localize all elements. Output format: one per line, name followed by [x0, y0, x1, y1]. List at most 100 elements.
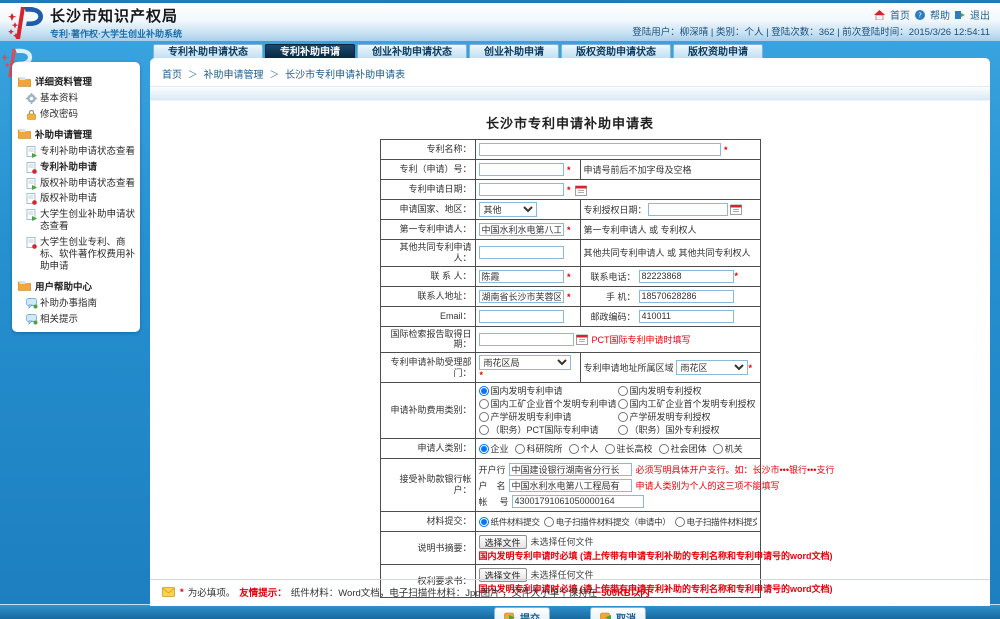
login-info: 登陆用户：柳深晴 | 类别：个人 | 登陆次数：362 | 前次登陆时间：201…	[632, 24, 990, 38]
fee-type-radio[interactable]	[479, 412, 489, 422]
cancel-button[interactable]: 取消	[590, 607, 646, 619]
account-no-input[interactable]	[512, 495, 644, 508]
material-radio[interactable]	[544, 517, 554, 527]
abstract-choose-file-button[interactable]: 选择文件	[479, 535, 527, 549]
sidebar-item-label: 相关提示	[40, 314, 78, 325]
sidebar-item-copyright-apply[interactable]: 版权补助申请	[18, 191, 136, 207]
material-option-0[interactable]: 纸件材料提交	[479, 516, 540, 528]
fee-type-radio[interactable]	[618, 399, 628, 409]
contact-tel-input[interactable]	[639, 270, 734, 283]
bank-name-input[interactable]	[509, 463, 632, 476]
grant-date-input[interactable]	[648, 203, 728, 216]
applicant-type-radio[interactable]	[515, 444, 525, 454]
patent-no-input[interactable]	[479, 163, 564, 176]
fee-type-option-6[interactable]: （职务）PCT国际专利申请	[479, 424, 618, 436]
fee-type-radio[interactable]	[618, 412, 628, 422]
apply-date-input[interactable]	[479, 183, 564, 196]
patent-name-input[interactable]	[479, 143, 721, 156]
logout-link[interactable]: 退出	[970, 7, 990, 22]
sidebar-item-patent-status-view[interactable]: 专利补助申请状态查看	[18, 144, 136, 160]
radio-label: （职务）国外专利授权	[630, 424, 720, 436]
submit-icon	[504, 612, 516, 619]
sidebar-item-student-status-view[interactable]: 大学生创业补助申请状态查看	[18, 207, 136, 235]
dept-select[interactable]: 雨花区局	[479, 355, 571, 370]
sidebar-item-patent-apply[interactable]: 专利补助申请	[18, 160, 136, 176]
submit-button[interactable]: 提交	[494, 607, 550, 619]
applicant-type-radio[interactable]	[569, 444, 579, 454]
row-dept-region: 专利申请补助受理部门： 雨花区局 * 专利申请地址所属区域 雨花区	[380, 353, 760, 383]
fee-type-radio[interactable]	[479, 386, 489, 396]
search-report-date-input[interactable]	[479, 333, 574, 346]
radio-label: （职务）PCT国际专利申请	[491, 424, 599, 436]
fee-type-option-1[interactable]: 国内发明专利授权	[618, 385, 757, 397]
svg-text:?: ?	[918, 11, 922, 19]
breadcrumb-subsidy-mgmt[interactable]: 补助申请管理	[204, 70, 264, 81]
first-applicant-input[interactable]	[479, 223, 564, 236]
material-option-1[interactable]: 电子扫描件材料提交（申请中）	[544, 516, 671, 528]
fee-type-option-0[interactable]: 国内发明专利申请	[479, 385, 618, 397]
fee-type-option-5[interactable]: 产学研发明专利授权	[618, 411, 757, 423]
fee-type-radio[interactable]	[479, 425, 489, 435]
sidebar-item-copyright-status-view[interactable]: 版权补助申请状态查看	[18, 176, 136, 192]
sidebar-item-tips[interactable]: 相关提示	[18, 312, 136, 328]
breadcrumb-home[interactable]: 首页	[162, 70, 182, 81]
postcode-input[interactable]	[639, 310, 734, 323]
material-radio[interactable]	[675, 517, 685, 527]
fee-type-radio[interactable]	[618, 386, 628, 396]
calendar-icon[interactable]	[730, 204, 742, 215]
help-link[interactable]: 帮助	[930, 7, 950, 22]
other-applicant-input[interactable]	[479, 246, 564, 259]
fee-type-option-2[interactable]: 国内工矿企业首个发明专利申请	[479, 398, 618, 410]
field-label: 材料提交：	[380, 512, 475, 532]
calendar-icon[interactable]	[575, 185, 587, 196]
document-status-icon	[26, 209, 37, 221]
bank-hint: 必须写明具体开户支行。如：长沙市•••银行•••支行	[636, 463, 835, 476]
breadcrumb-current[interactable]: 长沙市专利申请补助申请表	[285, 70, 405, 81]
fee-type-option-4[interactable]: 产学研发明专利申请	[479, 411, 618, 423]
sidebar-section-subsidy[interactable]: 补助申请管理	[18, 127, 136, 141]
contact-addr-input[interactable]	[479, 290, 564, 303]
account-name-input[interactable]	[509, 479, 632, 492]
applicant-type-option-1[interactable]: 科研院所	[515, 443, 563, 455]
sidebar-item-guide[interactable]: 补助办事指南	[18, 296, 136, 312]
gear-icon	[26, 93, 37, 104]
sidebar-item-student-fee-apply[interactable]: 大学生创业专利、商标、软件著作权费用补助申请	[18, 235, 136, 275]
applicant-type-radio[interactable]	[605, 444, 615, 454]
radio-label: 电子扫描件材料提交（申请中）	[556, 516, 671, 528]
fee-type-option-7[interactable]: （职务）国外专利授权	[618, 424, 757, 436]
country-select[interactable]: 其他	[479, 202, 537, 217]
page-root: 长沙市知识产权局 专利·著作权·大学生创业补助系统 首页 ? 帮助 退出 登陆用…	[0, 0, 1000, 619]
sidebar-item-change-password[interactable]: 修改密码	[18, 107, 136, 123]
material-option-2[interactable]: 电子扫描件材料提交（已审核）	[675, 516, 757, 528]
sidebar-section-profile[interactable]: 详细资料管理	[18, 74, 136, 88]
calendar-icon[interactable]	[576, 334, 588, 345]
required-marker: *	[567, 165, 571, 175]
applicant-type-radio[interactable]	[479, 444, 489, 454]
applicant-type-option-4[interactable]: 社会团体	[659, 443, 707, 455]
region-select[interactable]: 雨花区	[676, 360, 748, 375]
contact-input[interactable]	[479, 270, 564, 283]
sidebar-item-label: 版权补助申请	[40, 193, 97, 204]
fee-type-radio[interactable]	[618, 425, 628, 435]
field-label: 申请补助费用类别：	[380, 383, 475, 439]
applicant-type-option-3[interactable]: 驻长高校	[605, 443, 653, 455]
sidebar-item-basic-info[interactable]: 基本资料	[18, 91, 136, 107]
email-input[interactable]	[479, 310, 564, 323]
applicant-type-radio[interactable]	[659, 444, 669, 454]
breadcrumb: 首页 ＞ 补助申请管理 ＞ 长沙市专利申请补助申请表	[150, 58, 990, 87]
fee-type-radio[interactable]	[479, 399, 489, 409]
mobile-input[interactable]	[639, 290, 734, 303]
radio-label: 产学研发明专利授权	[630, 411, 711, 423]
fee-type-option-3[interactable]: 国内工矿企业首个发明专利授权	[618, 398, 757, 410]
org-subtitle: 专利·著作权·大学生创业补助系统	[50, 27, 182, 40]
field-label: 说明书摘要：	[380, 532, 475, 565]
row-applicant-type: 申请人类别： 企业 科研院所 个人	[380, 439, 760, 459]
sidebar-section-help[interactable]: 用户帮助中心	[18, 279, 136, 293]
home-link[interactable]: 首页	[890, 7, 910, 22]
applicant-type-radio[interactable]	[713, 444, 723, 454]
material-radio[interactable]	[479, 517, 489, 527]
applicant-type-option-0[interactable]: 企业	[479, 443, 509, 455]
applicant-type-option-5[interactable]: 机关	[713, 443, 743, 455]
applicant-type-option-2[interactable]: 个人	[569, 443, 599, 455]
sidebar-item-label: 修改密码	[40, 109, 78, 120]
